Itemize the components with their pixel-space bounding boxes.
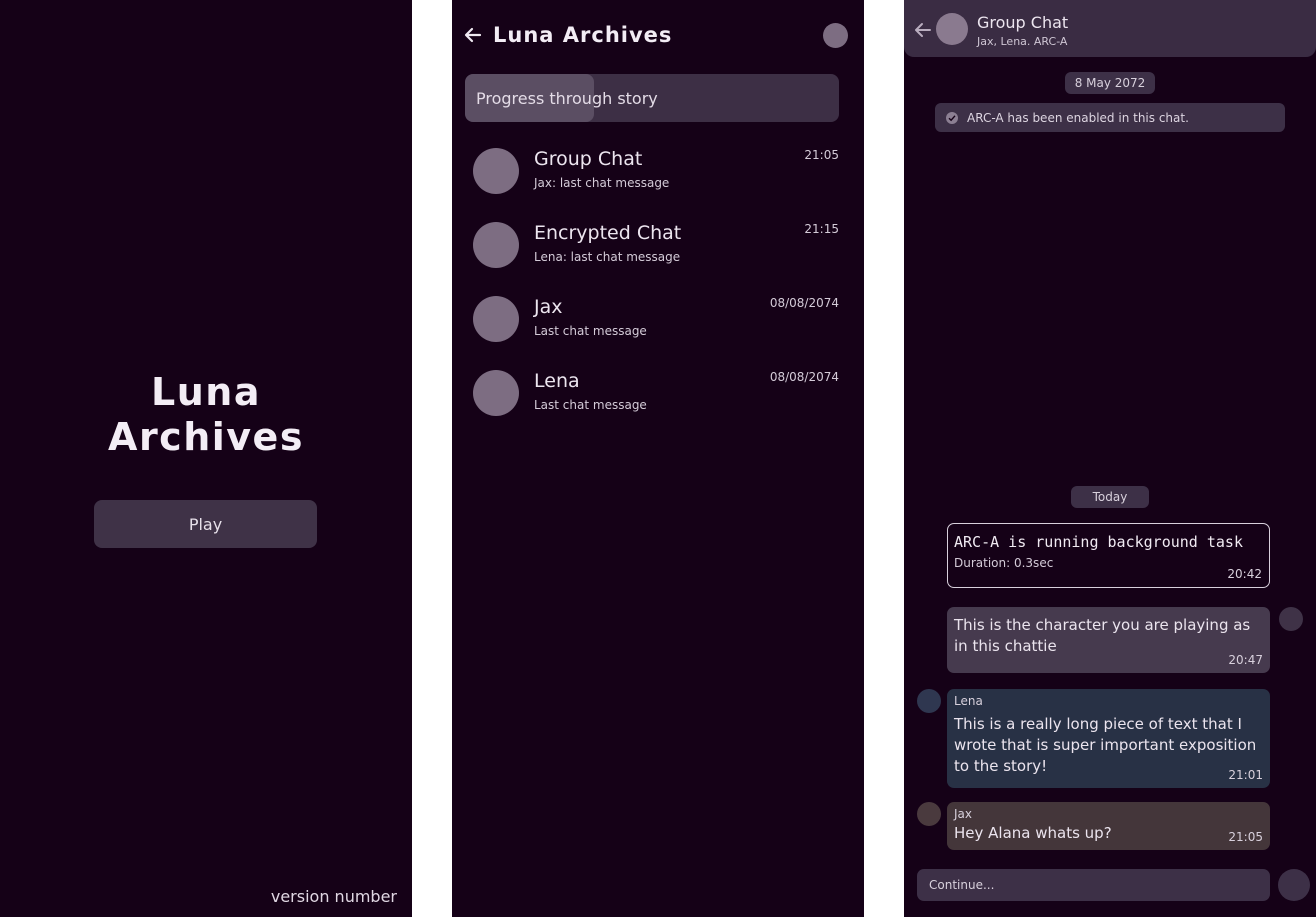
avatar [473,222,519,268]
chat-item-lena[interactable]: Lena Last chat message 08/08/2074 [452,358,864,432]
check-icon [946,111,958,124]
header: Luna Archives [462,16,848,54]
system-message: ARC-A has been enabled in this chat. [935,103,1285,132]
sender-name: Jax [954,807,972,821]
message-time: 21:05 [1228,830,1263,844]
chat-list-screen: Luna Archives Progress through story Gro… [452,0,864,917]
chat-name: Encrypted Chat [534,222,682,244]
conversation-screen: Group Chat Jax, Lena. ARC-A 8 May 2072 A… [904,0,1316,917]
my-message: This is the character you are playing as… [947,607,1270,673]
chat-time: 21:05 [804,148,839,162]
message-time: 20:47 [1228,653,1263,667]
lena-avatar [917,689,941,713]
chat-item-encrypted-chat[interactable]: Encrypted Chat Lena: last chat message 2… [452,210,864,284]
chat-preview: Lena: last chat message [534,250,681,264]
chat-preview: Jax: last chat message [534,176,670,190]
jax-avatar [917,802,941,826]
conversation-members: Jax, Lena. ARC-A [977,35,1068,48]
jax-message: Jax Hey Alana whats up? 21:05 [947,802,1270,850]
story-progress-bar: Progress through story [465,74,839,122]
chat-preview: Last chat message [534,324,647,338]
app-title-line2: Archives [108,415,304,459]
conversation-header: Group Chat Jax, Lena. ARC-A [904,0,1316,57]
chat-name: Group Chat [534,148,643,170]
play-button[interactable]: Play [94,500,317,548]
chat-time: 08/08/2074 [769,296,839,310]
app-title-line1: Luna [151,370,261,414]
task-message: ARC-A is running background task Duratio… [947,523,1270,588]
chat-item-group-chat[interactable]: Group Chat Jax: last chat message 21:05 [452,136,864,210]
continue-input[interactable]: Continue... [917,869,1270,901]
group-avatar [936,13,968,45]
version-label: version number [270,887,397,906]
chat-list: Group Chat Jax: last chat message 21:05 … [452,136,864,432]
sender-name: Lena [954,694,983,708]
chat-time: 21:15 [804,222,839,236]
date-chip: 8 May 2072 [1065,72,1155,94]
profile-avatar[interactable] [823,23,848,48]
chat-time: 08/08/2074 [769,370,839,384]
system-message-text: ARC-A has been enabled in this chat. [967,110,1189,125]
progress-label: Progress through story [476,88,658,108]
chat-name: Jax [534,296,563,318]
chat-name: Lena [534,370,580,392]
message-text: Hey Alana whats up? [954,824,1112,842]
task-message-text: ARC-A is running background task [954,533,1243,551]
message-time: 21:01 [1228,768,1263,782]
app-title: Luna Archives [0,370,412,460]
message-text: This is the character you are playing as… [954,616,1251,655]
chat-preview: Last chat message [534,398,647,412]
my-avatar [1279,607,1303,631]
avatar [473,370,519,416]
date-chip-today: Today [1071,486,1149,508]
lena-message: Lena This is a really long piece of text… [947,689,1270,788]
message-time: 20:42 [1227,567,1262,581]
send-button[interactable] [1278,869,1310,901]
back-arrow-icon[interactable] [912,19,934,41]
page-title: Luna Archives [493,23,673,47]
conversation-title: Group Chat [977,13,1069,32]
avatar [473,296,519,342]
back-arrow-icon[interactable] [462,24,484,46]
title-screen: Luna Archives Play version number [0,0,412,917]
task-duration: Duration: 0.3sec [954,556,1054,570]
chat-item-jax[interactable]: Jax Last chat message 08/08/2074 [452,284,864,358]
avatar [473,148,519,194]
message-text: This is a really long piece of text that… [954,715,1257,775]
